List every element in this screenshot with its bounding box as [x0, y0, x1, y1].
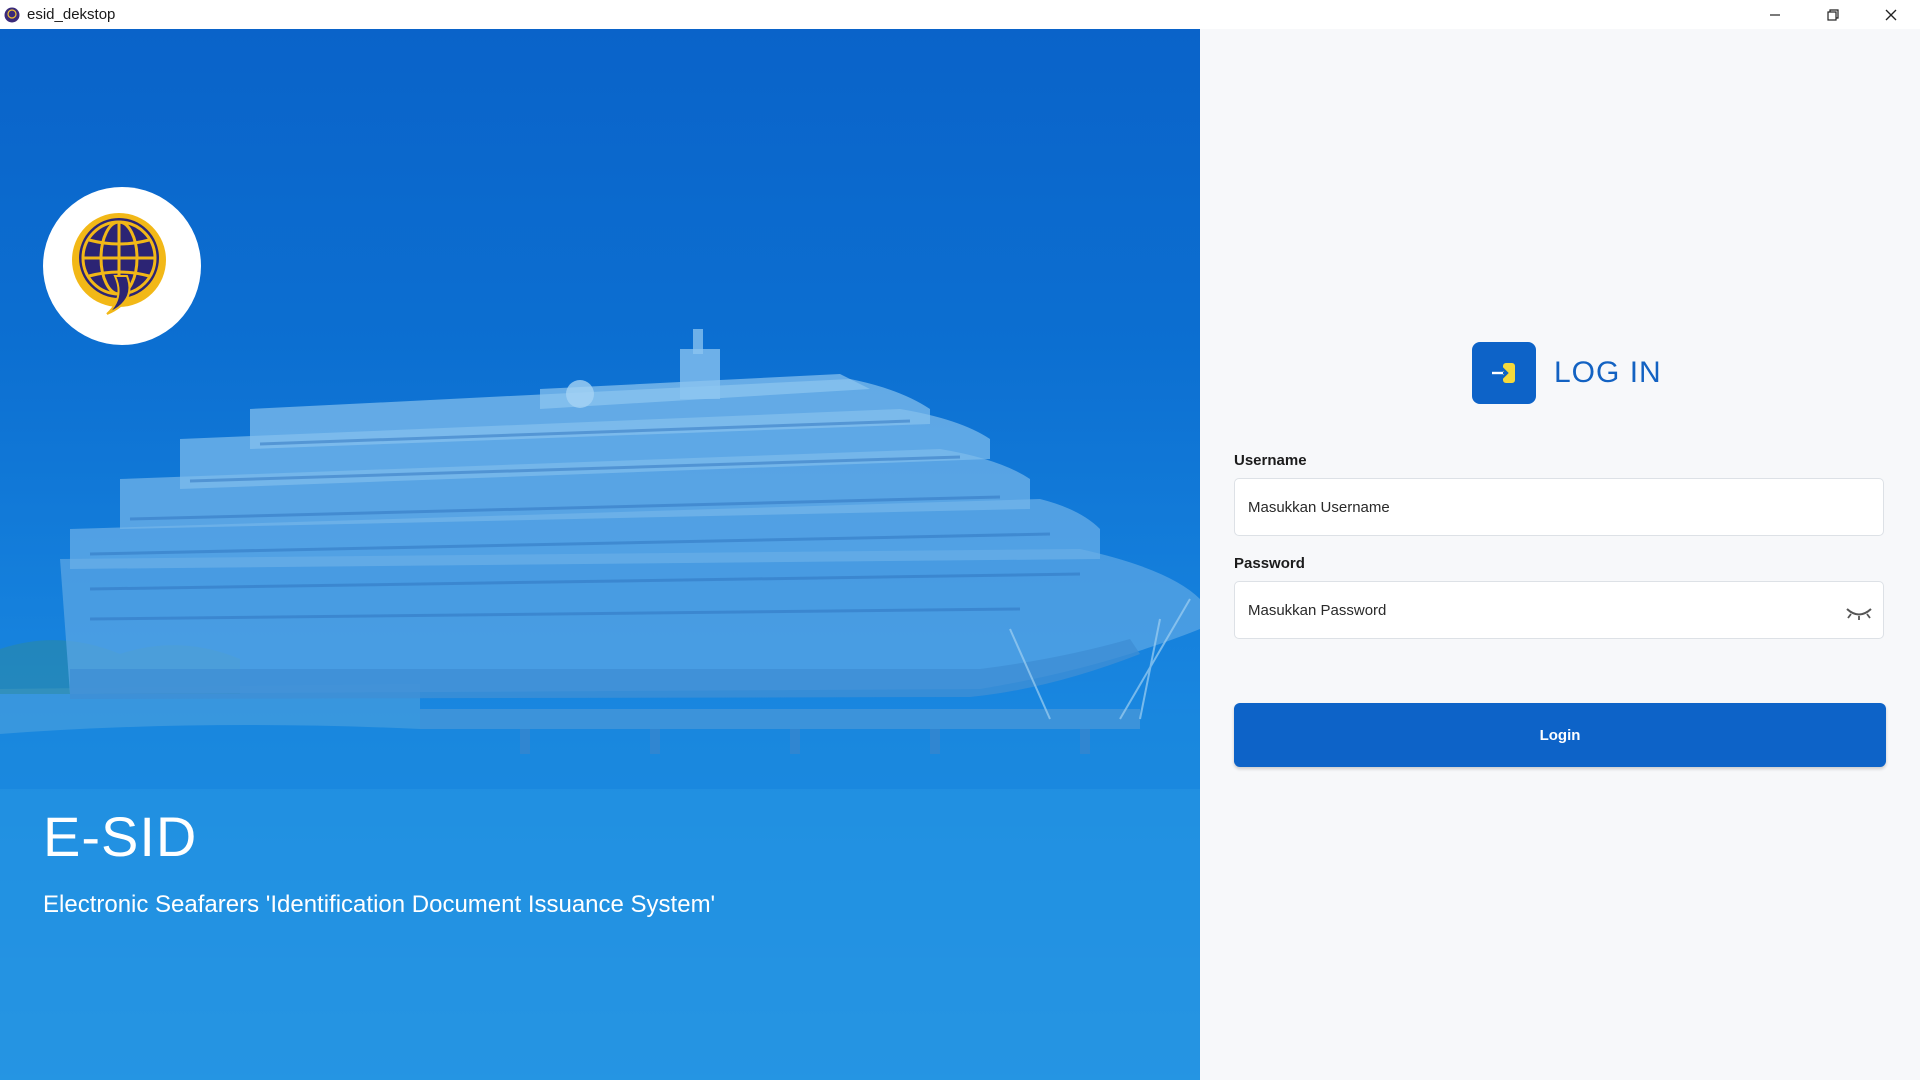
username-label: Username — [1234, 452, 1307, 469]
minimize-button[interactable] — [1746, 0, 1804, 29]
login-heading-text: LOG IN — [1554, 356, 1662, 389]
close-icon — [1885, 9, 1897, 20]
close-button[interactable] — [1862, 0, 1920, 29]
restore-icon — [1827, 8, 1839, 21]
logo-badge — [43, 187, 201, 345]
cruise-ship-background-image — [0, 329, 1200, 1080]
password-label: Password — [1234, 555, 1305, 572]
login-heading: LOG IN — [1472, 342, 1662, 404]
login-badge — [1472, 342, 1536, 404]
app-subtitle: Electronic Seafarers 'Identification Doc… — [43, 891, 716, 918]
eye-closed-icon — [1846, 608, 1872, 620]
hero-panel: E-SID Electronic Seafarers 'Identificati… — [0, 29, 1200, 1080]
globe-emblem-icon — [72, 213, 166, 315]
window-title: esid_dekstop — [27, 6, 116, 23]
restore-button[interactable] — [1804, 0, 1862, 29]
password-visibility-toggle[interactable] — [1844, 601, 1874, 625]
username-input[interactable] — [1234, 478, 1884, 536]
password-input[interactable] — [1234, 581, 1884, 639]
window-title-bar: esid_dekstop — [0, 0, 1920, 29]
login-arrow-icon — [1492, 363, 1515, 383]
app-icon — [4, 7, 20, 22]
app-title: E-SID — [43, 805, 198, 868]
minimize-icon — [1770, 13, 1780, 16]
login-button[interactable]: Login — [1234, 703, 1886, 767]
login-panel: LOG IN Username Password Login — [1200, 29, 1920, 1080]
